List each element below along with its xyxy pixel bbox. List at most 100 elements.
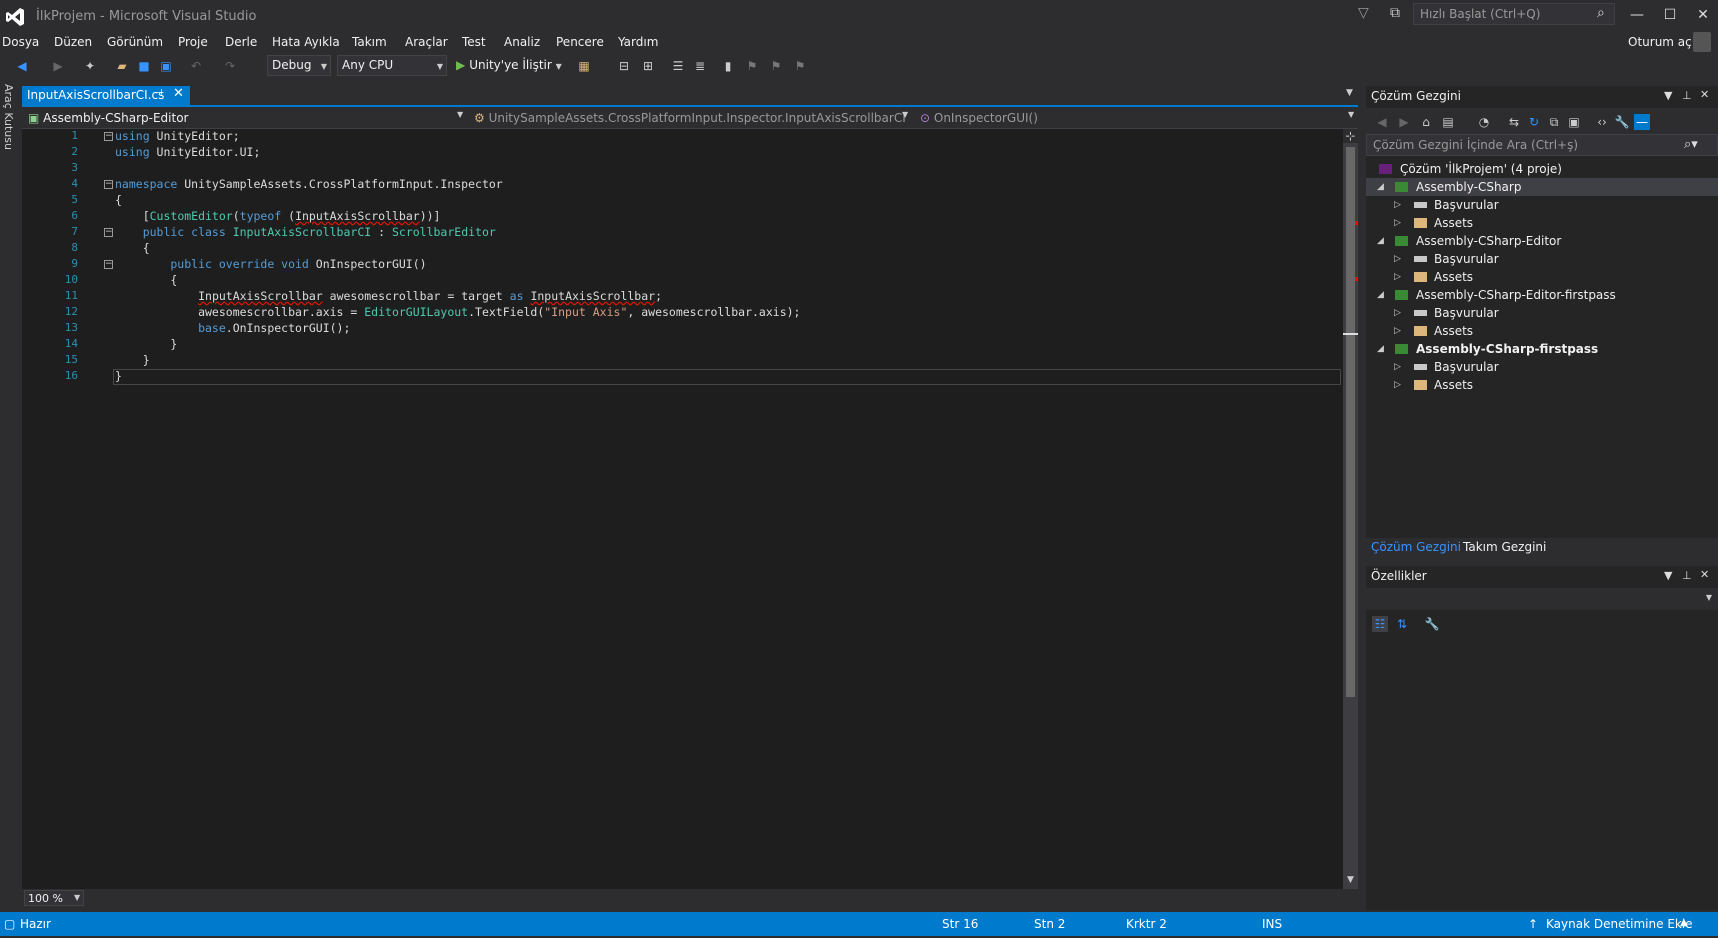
collapsed-arrow-icon[interactable]: ▷: [1394, 196, 1401, 214]
menu-analiz[interactable]: Analiz: [504, 32, 540, 52]
collapse-icon[interactable]: −: [104, 180, 113, 189]
menu-takim[interactable]: Takım: [352, 32, 387, 52]
member-navigation-select[interactable]: ⊙ OnInspectorGUI(): [920, 109, 1340, 127]
pin-icon[interactable]: ⊥: [1682, 569, 1692, 582]
bookmark-icon[interactable]: ▮: [720, 58, 736, 74]
comment-icon[interactable]: ⊟: [616, 58, 632, 74]
menu-derle[interactable]: Derle: [225, 32, 257, 52]
toolbox-tab[interactable]: Araç Kutusu: [2, 84, 15, 150]
navigate-forward-icon[interactable]: ▶: [50, 58, 66, 74]
menu-dosya[interactable]: Dosya: [2, 32, 39, 52]
sync-icon[interactable]: ⇆: [1506, 114, 1522, 130]
tree-project[interactable]: ◢ Assembly-CSharp-Editor: [1366, 232, 1718, 250]
pin-icon[interactable]: ⊥: [1682, 89, 1692, 102]
expanded-arrow-icon[interactable]: ◢: [1377, 178, 1384, 196]
properties-icon[interactable]: 🔧: [1614, 114, 1630, 130]
tab-solution-explorer[interactable]: Çözüm Gezgini: [1371, 540, 1461, 554]
show-all-files-icon[interactable]: ▣: [1566, 114, 1582, 130]
split-window-icon[interactable]: ⊹: [1343, 129, 1358, 143]
menu-hata-ayikla[interactable]: Hata Ayıkla: [272, 32, 340, 52]
new-project-icon[interactable]: ✦: [82, 58, 98, 74]
menu-pencere[interactable]: Pencere: [556, 32, 604, 52]
tab-team-explorer[interactable]: Takım Gezgini: [1463, 540, 1546, 554]
collapse-icon[interactable]: −: [104, 132, 113, 141]
menu-test[interactable]: Test: [462, 32, 486, 52]
account-icon[interactable]: [1693, 32, 1711, 52]
menu-araclar[interactable]: Araçlar: [405, 32, 448, 52]
menu-gorunum[interactable]: Görünüm: [107, 32, 163, 52]
panel-menu-icon[interactable]: ▼: [1664, 89, 1672, 102]
attach-unity-button[interactable]: ▶ Unity'ye İliştir ▼: [456, 55, 562, 77]
save-all-icon[interactable]: ▣: [158, 58, 174, 74]
expanded-arrow-icon[interactable]: ◢: [1377, 232, 1384, 250]
indent-icon[interactable]: ≣: [692, 58, 708, 74]
outdent-icon[interactable]: ☰: [670, 58, 686, 74]
collapsed-arrow-icon[interactable]: ▷: [1394, 376, 1401, 394]
tree-project[interactable]: ◢ Assembly-CSharp: [1366, 178, 1718, 196]
tree-solution[interactable]: Çözüm 'İlkProjem' (4 proje): [1366, 160, 1718, 178]
search-icon[interactable]: ⌕▾: [1684, 137, 1698, 152]
home-icon[interactable]: ⌂: [1418, 114, 1434, 130]
find-in-files-icon[interactable]: ▦: [576, 58, 592, 74]
document-tab[interactable]: InputAxisScrollbarCI.cs: [22, 86, 190, 105]
tree-item[interactable]: ▷ Assets: [1366, 376, 1718, 394]
categorized-icon[interactable]: ☷: [1372, 616, 1388, 632]
menu-proje[interactable]: Proje: [178, 32, 208, 52]
sign-in-link[interactable]: Oturum aç: [1628, 32, 1692, 52]
minimize-button[interactable]: —: [1622, 4, 1652, 26]
pending-changes-icon[interactable]: ◔: [1476, 114, 1492, 130]
solution-configuration-select[interactable]: Debug ▼: [267, 55, 331, 76]
save-icon[interactable]: ■: [136, 58, 152, 74]
notifications-filter-icon[interactable]: ▽: [1358, 5, 1369, 21]
switch-views-icon[interactable]: ▤: [1440, 114, 1456, 130]
tree-item[interactable]: ▷ Assets: [1366, 214, 1718, 232]
navigate-back-icon[interactable]: ◀: [14, 58, 30, 74]
close-tab-icon[interactable]: ✕: [173, 86, 184, 101]
solution-platform-select[interactable]: Any CPU ▼: [337, 55, 447, 76]
tree-item[interactable]: ▷ Başvurular: [1366, 250, 1718, 268]
redo-icon[interactable]: ↷: [222, 58, 238, 74]
tree-item[interactable]: ▷ Başvurular: [1366, 196, 1718, 214]
view-code-icon[interactable]: ‹›: [1594, 114, 1610, 130]
prev-bookmark-icon[interactable]: ⚑: [744, 58, 760, 74]
tree-item[interactable]: ▷ Assets: [1366, 322, 1718, 340]
project-navigation-select[interactable]: ▣ Assembly-CSharp-Editor: [28, 109, 468, 127]
collapsed-arrow-icon[interactable]: ▷: [1394, 304, 1401, 322]
uncomment-icon[interactable]: ⊞: [640, 58, 656, 74]
clear-bookmarks-icon[interactable]: ⚑: [792, 58, 808, 74]
tree-project[interactable]: ◢ Assembly-CSharp-Editor-firstpass: [1366, 286, 1718, 304]
chevron-up-icon[interactable]: ▲: [1680, 917, 1688, 928]
alphabetical-icon[interactable]: ⇅: [1394, 616, 1410, 632]
collapsed-arrow-icon[interactable]: ▷: [1394, 322, 1401, 340]
maximize-button[interactable]: ☐: [1655, 4, 1685, 26]
collapsed-arrow-icon[interactable]: ▷: [1394, 358, 1401, 376]
collapsed-arrow-icon[interactable]: ▷: [1394, 250, 1401, 268]
next-bookmark-icon[interactable]: ⚑: [768, 58, 784, 74]
back-icon[interactable]: ◀: [1374, 114, 1390, 130]
pin-icon[interactable]: ⊣: [154, 88, 163, 99]
properties-object-select[interactable]: ▼: [1366, 588, 1718, 610]
tree-item[interactable]: ▷ Başvurular: [1366, 358, 1718, 376]
menu-duzen[interactable]: Düzen: [54, 32, 92, 52]
tree-item[interactable]: ▷ Başvurular: [1366, 304, 1718, 322]
menu-yardim[interactable]: Yardım: [618, 32, 658, 52]
collapse-icon[interactable]: −: [104, 260, 113, 269]
add-to-source-control-button[interactable]: Kaynak Denetimine Ekle: [1546, 917, 1693, 931]
collapse-icon[interactable]: −: [104, 228, 113, 237]
forward-icon[interactable]: ▶: [1396, 114, 1412, 130]
editor-horizontal-scrollbar[interactable]: [90, 893, 1340, 903]
property-pages-icon[interactable]: 🔧: [1424, 616, 1440, 632]
expanded-arrow-icon[interactable]: ◢: [1377, 286, 1384, 304]
scrollbar-thumb[interactable]: [1346, 147, 1355, 697]
quick-launch-input[interactable]: Hızlı Başlat (Ctrl+Q): [1413, 3, 1615, 25]
tab-list-dropdown-icon[interactable]: ▼: [1346, 88, 1353, 98]
scroll-down-icon[interactable]: ▼: [1343, 875, 1358, 887]
tree-project[interactable]: ◢ Assembly-CSharp-firstpass: [1366, 340, 1718, 358]
tree-item[interactable]: ▷ Assets: [1366, 268, 1718, 286]
refresh-icon[interactable]: ↻: [1526, 114, 1542, 130]
close-window-button[interactable]: ✕: [1688, 4, 1718, 26]
preview-selected-icon[interactable]: —: [1634, 114, 1650, 130]
collapsed-arrow-icon[interactable]: ▷: [1394, 268, 1401, 286]
open-file-icon[interactable]: ▰: [114, 58, 130, 74]
collapse-all-icon[interactable]: ⧉: [1546, 114, 1562, 130]
